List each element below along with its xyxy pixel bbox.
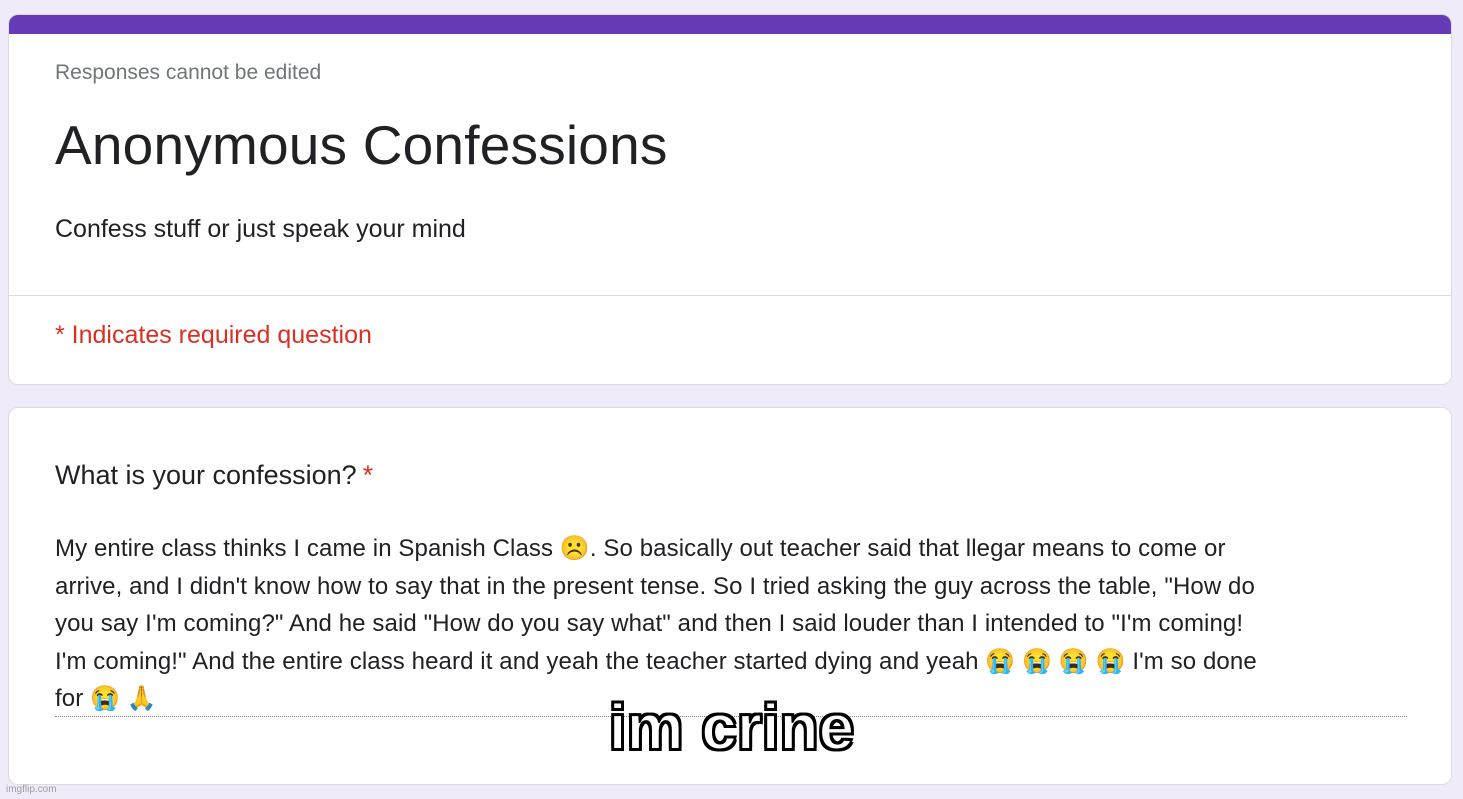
required-note: * Indicates required question xyxy=(55,321,372,349)
watermark: imgflip.com xyxy=(6,784,57,795)
question-label: What is your confession? xyxy=(55,460,357,490)
question-title: What is your confession? * xyxy=(55,460,373,491)
accent-bar xyxy=(9,15,1451,34)
form-header-card: Responses cannot be edited Anonymous Con… xyxy=(8,14,1452,385)
responses-notice: Responses cannot be edited xyxy=(55,61,322,84)
meme-caption: im crine xyxy=(608,690,855,764)
form-title: Anonymous Confessions xyxy=(55,114,668,176)
required-asterisk: * xyxy=(362,460,374,490)
form-description: Confess stuff or just speak your mind xyxy=(55,215,466,243)
header-divider xyxy=(9,295,1451,296)
